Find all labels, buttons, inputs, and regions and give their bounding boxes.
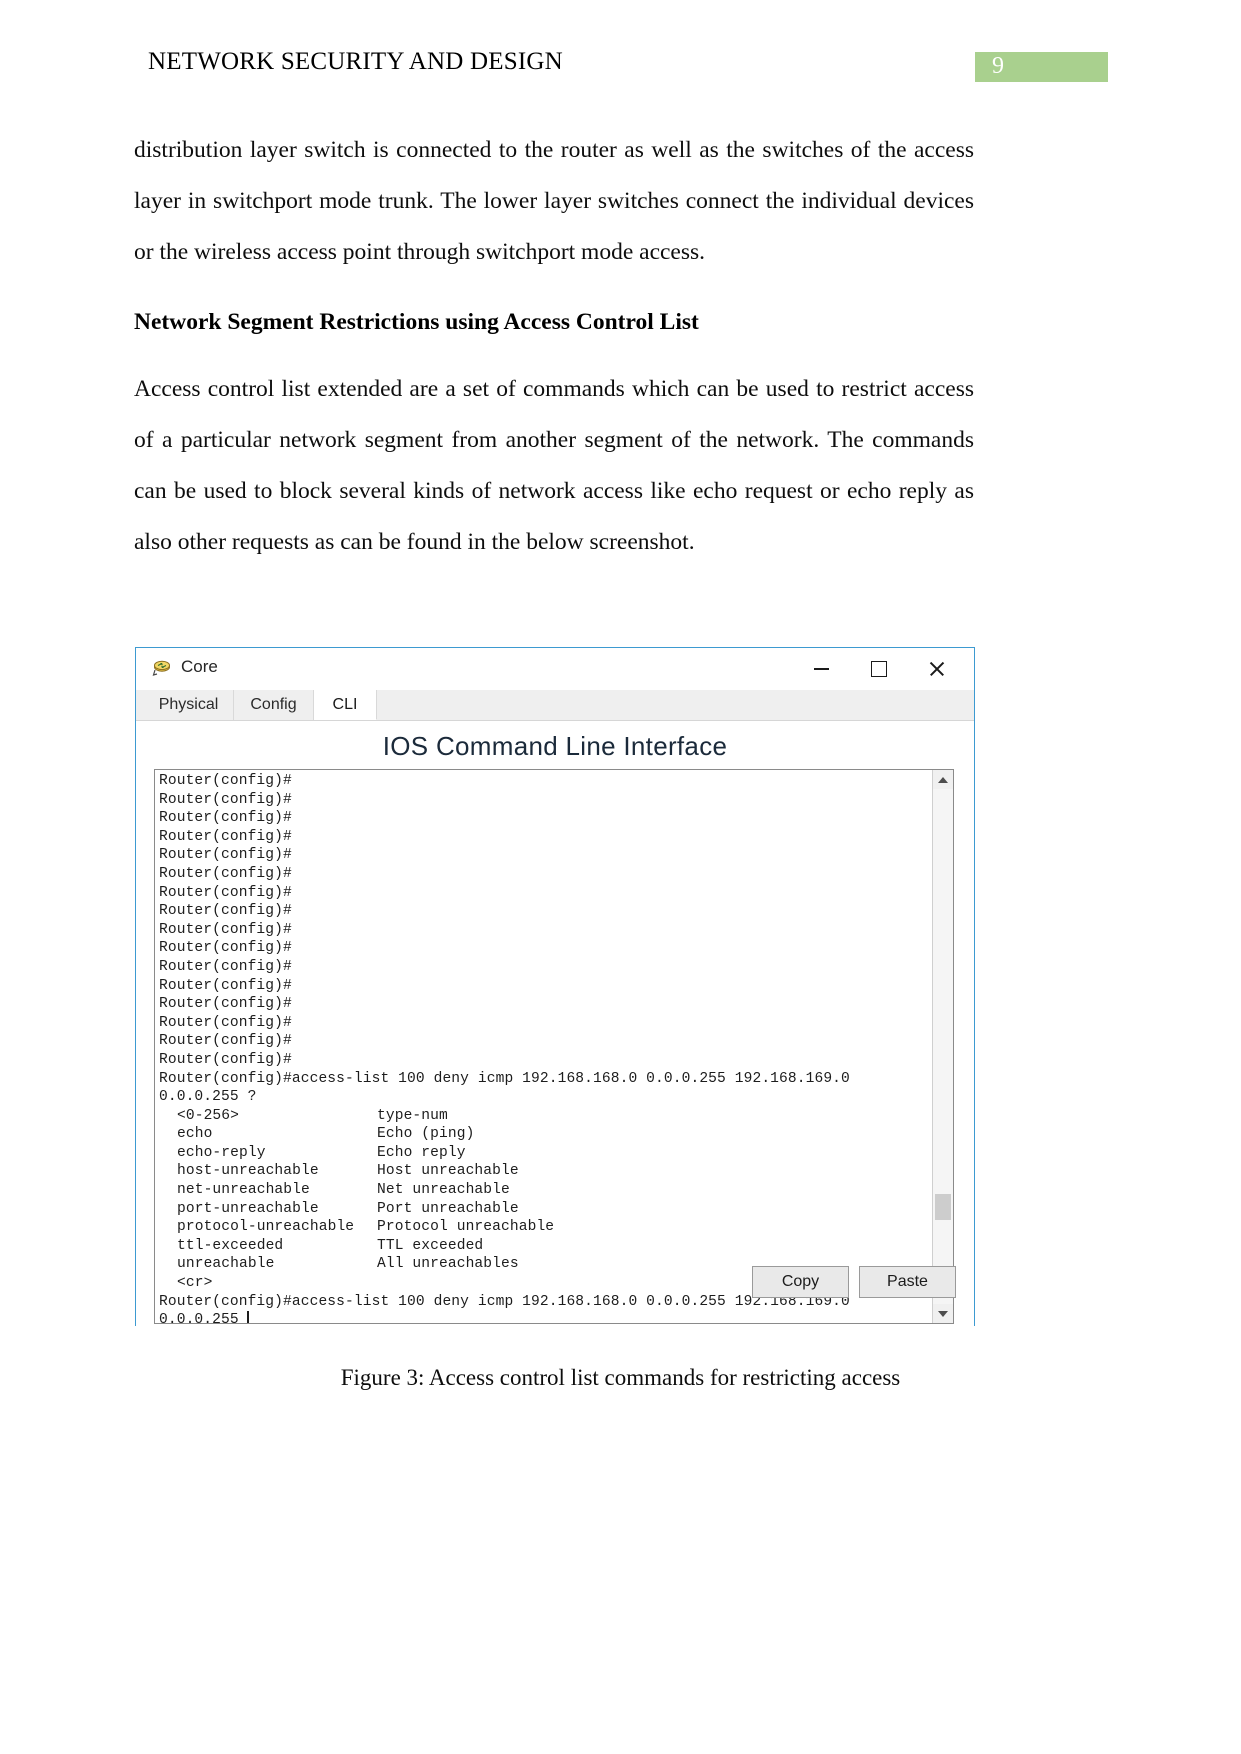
- tab-config-label: Config: [250, 696, 297, 713]
- terminal-command-line: Router(config)#access-list 100 deny icmp…: [159, 1070, 850, 1087]
- help-description: Port unreachable: [377, 1200, 519, 1217]
- packet-tracer-window: Core Physical Config CLI IOS Command Lin…: [135, 647, 975, 1326]
- page-number: 9: [992, 53, 1004, 79]
- help-keyword: <0-256>: [177, 1107, 240, 1124]
- scroll-down-button[interactable]: [933, 1304, 953, 1323]
- scrollbar-track[interactable]: [933, 789, 953, 1304]
- terminal-command-line-wrap: 0.0.0.255 ?: [159, 1089, 257, 1106]
- help-description: Protocol unreachable: [377, 1219, 555, 1236]
- terminal-prompt-line: Router(config)#: [159, 884, 292, 901]
- terminal-output[interactable]: Router(config)# Router(config)# Router(con…: [155, 770, 931, 1323]
- terminal-prompt-line: Router(config)#: [159, 958, 292, 975]
- help-keyword: protocol-unreachable: [177, 1219, 355, 1236]
- terminal-help-row: echo Echo (ping): [159, 1125, 931, 1144]
- cli-panel: IOS Command Line Interface Router(config…: [136, 721, 974, 1326]
- copy-button-label: Copy: [781, 1273, 820, 1290]
- help-keyword: host-unreachable: [177, 1163, 319, 1180]
- terminal-prompt-line: Router(config)#: [159, 996, 292, 1013]
- tab-strip: Physical Config CLI: [136, 690, 974, 721]
- terminal-prompt-line: Router(config)#: [159, 1033, 292, 1050]
- scroll-up-button[interactable]: [933, 770, 953, 789]
- terminal-prompt-line: Router(config)#: [159, 791, 292, 808]
- help-description: Echo reply: [377, 1144, 466, 1161]
- minimize-button[interactable]: [792, 648, 850, 690]
- help-description: Net unreachable: [377, 1182, 510, 1199]
- help-description: Host unreachable: [377, 1163, 519, 1180]
- help-keyword: echo: [177, 1126, 213, 1143]
- maximize-icon: [871, 661, 887, 677]
- terminal-help-row: echo-reply Echo reply: [159, 1144, 931, 1163]
- section-heading: Network Segment Restrictions using Acces…: [134, 309, 699, 335]
- help-keyword: ttl-exceeded: [177, 1237, 284, 1254]
- figure-caption: Figure 3: Access control list commands f…: [340, 1365, 901, 1390]
- tab-cli[interactable]: CLI: [314, 690, 377, 720]
- document-body: distribution layer switch is connected t…: [134, 125, 974, 568]
- terminal-help-row: net-unreachable Net unreachable: [159, 1181, 931, 1200]
- scrollbar-thumb[interactable]: [935, 1194, 951, 1220]
- help-keyword: net-unreachable: [177, 1182, 310, 1199]
- terminal-prompt-line: Router(config)#: [159, 1051, 292, 1068]
- terminal-prompt-line: Router(config)#: [159, 921, 292, 938]
- maximize-button[interactable]: [850, 648, 908, 690]
- tab-physical-label: Physical: [158, 696, 219, 713]
- terminal-container: Router(config)# Router(config)# Router(con…: [154, 769, 954, 1324]
- close-icon: [929, 661, 945, 677]
- close-button[interactable]: [908, 648, 966, 690]
- router-icon: [152, 658, 174, 680]
- help-keyword: port-unreachable: [177, 1200, 319, 1217]
- terminal-scrollbar[interactable]: [932, 770, 953, 1323]
- chevron-up-icon: [938, 776, 948, 783]
- help-description: TTL exceeded: [377, 1237, 484, 1254]
- tab-config[interactable]: Config: [234, 690, 314, 720]
- help-keyword: echo-reply: [177, 1144, 266, 1161]
- cli-button-row: Copy Paste: [136, 1266, 974, 1300]
- terminal-help-row: protocol-unreachable Protocol unreachable: [159, 1218, 931, 1237]
- window-title: Core: [181, 657, 218, 676]
- help-description: type-num: [377, 1107, 448, 1124]
- paragraph-2: Access control list extended are a set o…: [134, 376, 974, 555]
- terminal-prompt-line: Router(config)#: [159, 940, 292, 957]
- terminal-prompt-line: Router(config)#: [159, 865, 292, 882]
- terminal-prompt-line: Router(config)#: [159, 903, 292, 920]
- terminal-prompt-line: Router(config)#: [159, 810, 292, 827]
- terminal-prompt-line: Router(config)#: [159, 1014, 292, 1031]
- header-title: NETWORK SECURITY AND DESIGN: [148, 48, 563, 75]
- terminal-cursor: [246, 1311, 249, 1323]
- terminal-help-row: host-unreachable Host unreachable: [159, 1162, 931, 1181]
- help-description: Echo (ping): [377, 1126, 475, 1143]
- copy-button[interactable]: Copy: [752, 1266, 849, 1298]
- terminal-command-line-2-wrap: 0.0.0.255: [159, 1311, 931, 1323]
- terminal-help-row: <0-256> type-num: [159, 1107, 931, 1126]
- terminal-prompt-line: Router(config)#: [159, 977, 292, 994]
- paragraph-1: distribution layer switch is connected t…: [134, 137, 974, 265]
- paste-button-label: Paste: [887, 1273, 928, 1290]
- terminal-help-row: ttl-exceeded TTL exceeded: [159, 1237, 931, 1256]
- terminal-prompt-line: Router(config)#: [159, 847, 292, 864]
- window-titlebar: Core: [136, 648, 974, 690]
- minimize-icon: [813, 668, 829, 670]
- tab-cli-label: CLI: [332, 695, 358, 713]
- terminal-help-row: port-unreachable Port unreachable: [159, 1200, 931, 1219]
- cli-heading: IOS Command Line Interface: [382, 731, 728, 761]
- terminal-prompt-line: Router(config)#: [159, 773, 292, 789]
- chevron-down-icon: [938, 1310, 948, 1317]
- page-number-badge: 9: [975, 52, 1108, 82]
- tab-physical[interactable]: Physical: [144, 690, 234, 720]
- paste-button[interactable]: Paste: [859, 1266, 956, 1298]
- terminal-prompt-line: Router(config)#: [159, 828, 292, 845]
